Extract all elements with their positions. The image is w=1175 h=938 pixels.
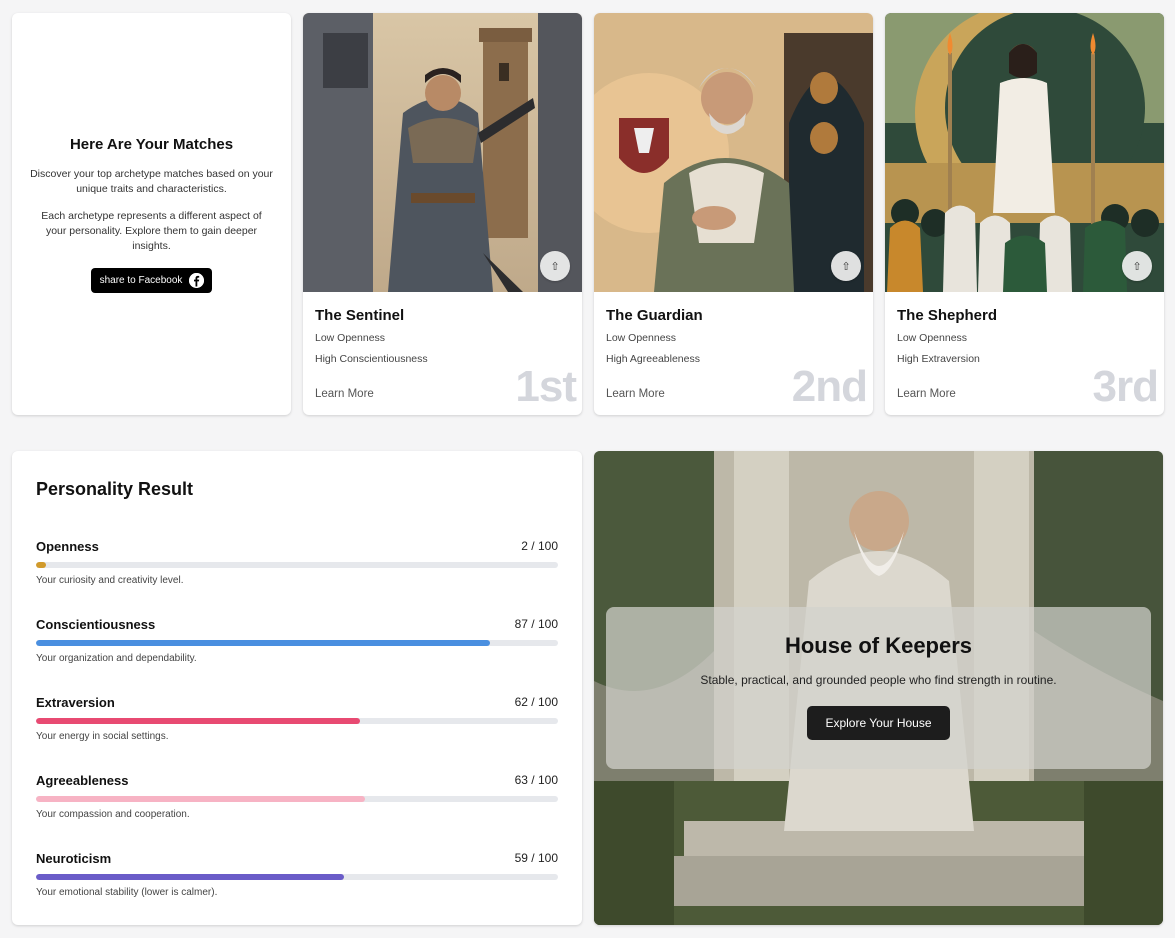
- trait-description: Your energy in social settings.: [36, 731, 169, 742]
- share-icon[interactable]: ⇧: [831, 251, 861, 281]
- trait-bar-fill: [36, 562, 47, 568]
- trait-score: 62 / 100: [514, 695, 558, 709]
- matches-description-2: Each archetype represents a different as…: [41, 209, 262, 252]
- trait-bar-track: [36, 718, 558, 724]
- matches-intro-card: Here Are Your Matches Discover your top …: [12, 13, 291, 415]
- archetype-trait: High Agreeableness: [606, 353, 700, 365]
- trait-bar-track: [36, 796, 558, 802]
- archetype-name: The Sentinel: [315, 307, 405, 324]
- archetype-trait: High Conscientiousness: [315, 353, 428, 365]
- trait-bar-fill: [36, 718, 360, 724]
- trait-description: Your curiosity and creativity level.: [36, 575, 184, 586]
- share-icon[interactable]: ⇧: [540, 251, 570, 281]
- shepherd-image: [885, 13, 1164, 292]
- trait-bar-track: [36, 874, 558, 880]
- trait-label: Neuroticism: [36, 851, 112, 866]
- archetype-card-shepherd[interactable]: ⇧ The Shepherd Low Openness High Extrave…: [885, 13, 1164, 415]
- trait-description: Your compassion and cooperation.: [36, 809, 190, 820]
- trait-score: 63 / 100: [514, 773, 558, 787]
- trait-description: Your emotional stability (lower is calme…: [36, 887, 218, 898]
- learn-more-link[interactable]: Learn More: [315, 388, 374, 400]
- rank-badge: 3rd: [1092, 362, 1159, 411]
- guardian-image: [594, 13, 873, 292]
- trait-score: 59 / 100: [514, 851, 558, 865]
- archetype-trait: Low Openness: [897, 332, 968, 344]
- trait-bar-track: [36, 640, 558, 646]
- sentinel-image: [303, 13, 582, 292]
- share-icon[interactable]: ⇧: [1122, 251, 1152, 281]
- archetype-card-sentinel[interactable]: ⇧ The Sentinel Low Openness High Conscie…: [303, 13, 582, 415]
- rank-badge: 1st: [515, 362, 577, 411]
- rank-badge: 2nd: [791, 362, 868, 411]
- matches-title: Here Are Your Matches: [69, 135, 234, 153]
- house-overlay: House of Keepers Stable, practical, and …: [606, 607, 1151, 769]
- trait-bar-fill: [36, 640, 491, 646]
- house-description: Stable, practical, and grounded people w…: [700, 673, 1057, 687]
- share-facebook-button[interactable]: share to Facebook: [90, 267, 213, 293]
- trait-label: Agreeableness: [36, 773, 129, 788]
- trait-label: Openness: [36, 539, 99, 554]
- explore-house-button[interactable]: Explore Your House: [807, 706, 950, 740]
- learn-more-link[interactable]: Learn More: [606, 388, 665, 400]
- archetype-name: The Guardian: [606, 307, 703, 324]
- archetype-card-guardian[interactable]: ⇧ The Guardian Low Openness High Agreeab…: [594, 13, 873, 415]
- trait-description: Your organization and dependability.: [36, 653, 197, 664]
- facebook-icon: [189, 272, 205, 288]
- personality-title: Personality Result: [36, 479, 194, 499]
- house-card: House of Keepers Stable, practical, and …: [594, 451, 1163, 925]
- trait-label: Conscientiousness: [36, 617, 156, 632]
- personality-result-card: Personality Result Openness 2 / 100 Your…: [12, 451, 582, 925]
- trait-label: Extraversion: [36, 695, 115, 710]
- trait-bar-fill: [36, 796, 365, 802]
- share-facebook-label: share to Facebook: [99, 274, 183, 286]
- archetype-name: The Shepherd: [897, 307, 998, 324]
- archetype-trait: High Extraversion: [897, 353, 980, 365]
- trait-score: 87 / 100: [514, 617, 558, 631]
- house-title: House of Keepers: [784, 633, 973, 658]
- archetype-trait: Low Openness: [606, 332, 677, 344]
- matches-description: Discover your top archetype matches base…: [30, 167, 273, 195]
- trait-score: 2 / 100: [521, 539, 558, 553]
- trait-bar-fill: [36, 874, 344, 880]
- learn-more-link[interactable]: Learn More: [897, 388, 956, 400]
- trait-bar-track: [36, 562, 558, 568]
- archetype-trait: Low Openness: [315, 332, 386, 344]
